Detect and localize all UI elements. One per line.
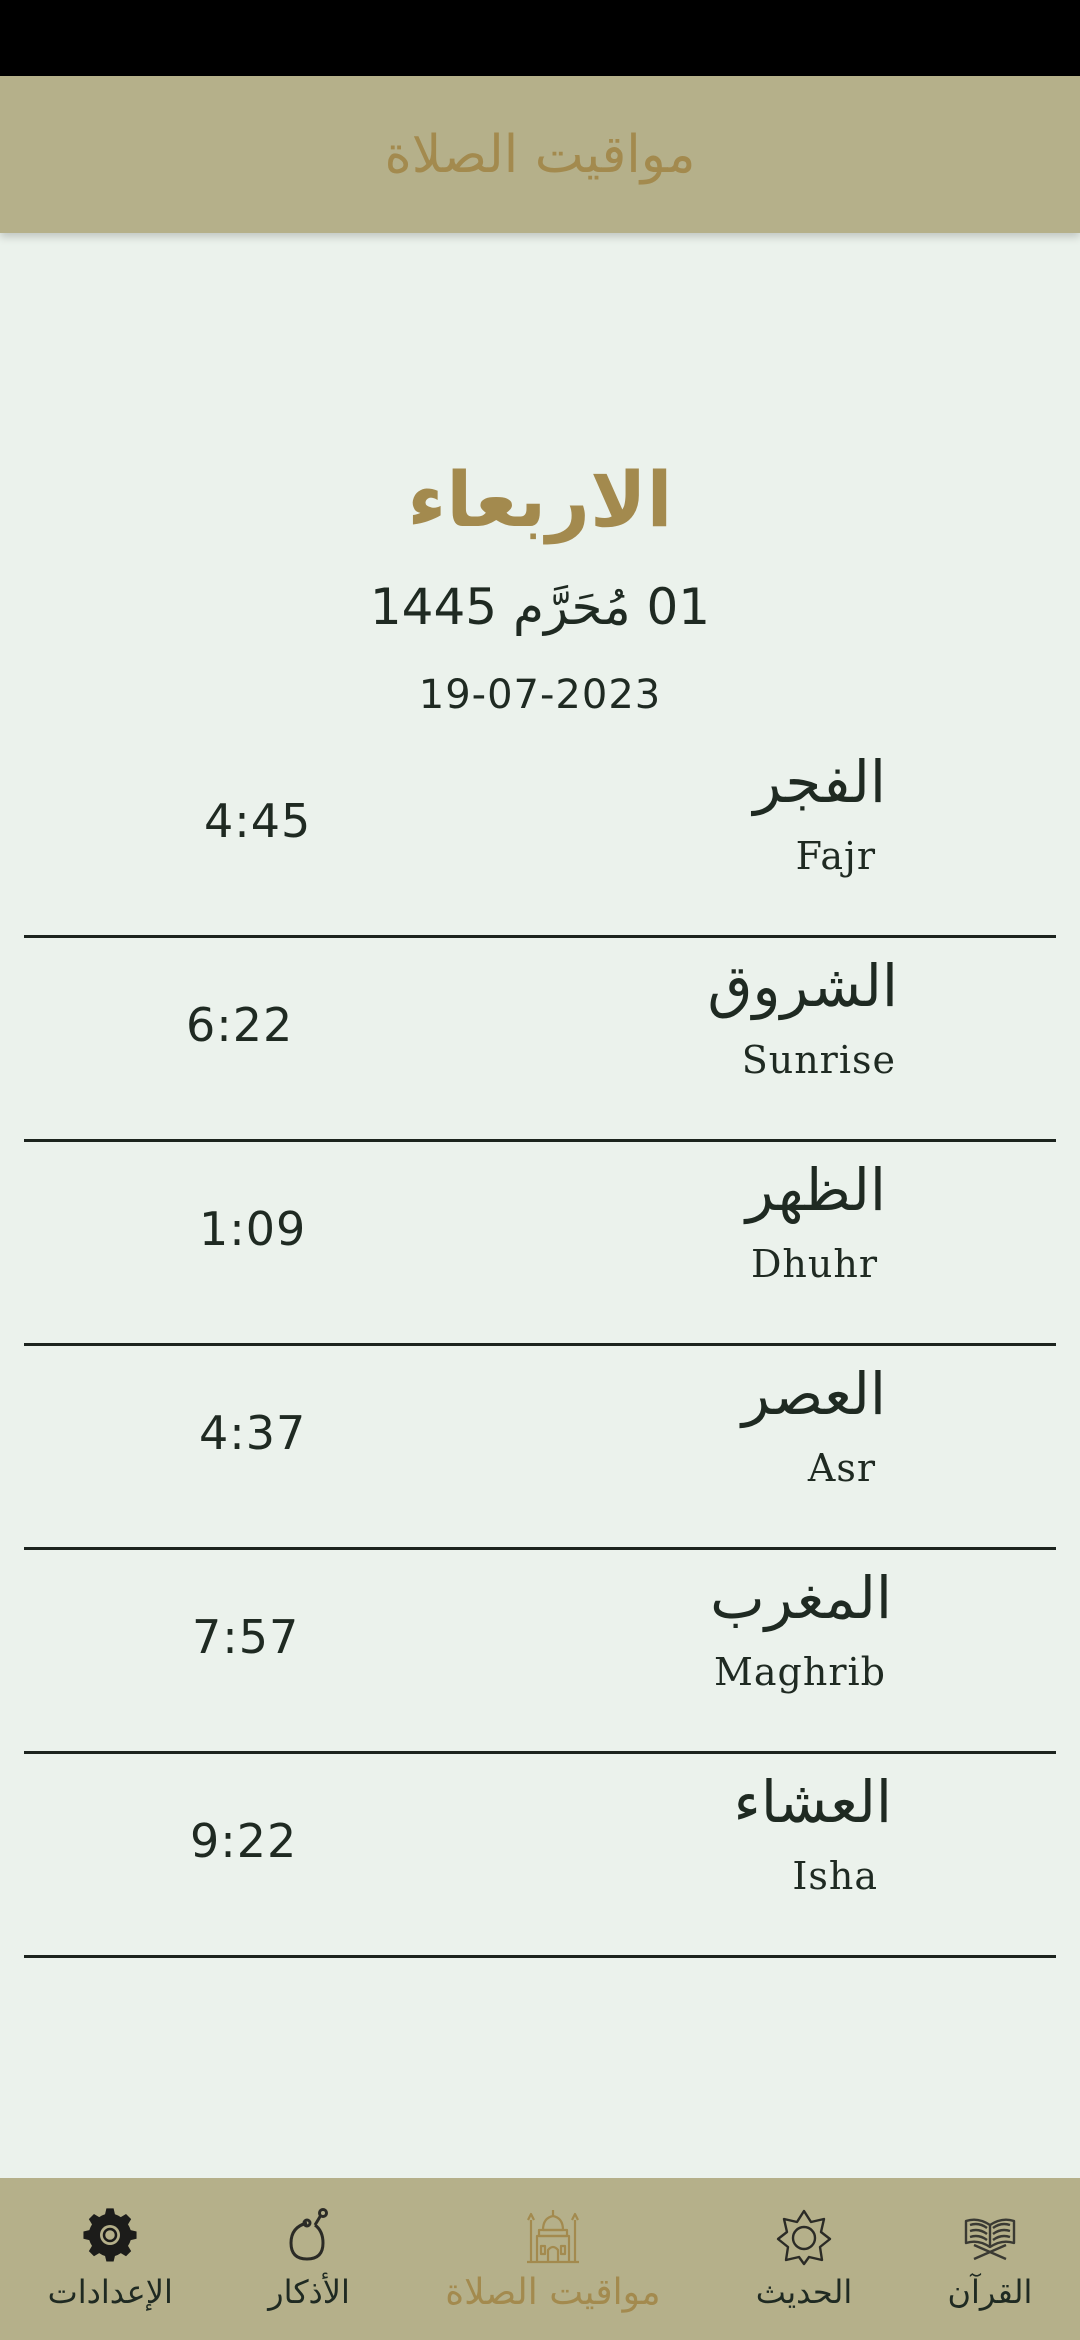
prayer-name-arabic: المغرب [710,1564,892,1632]
bottom-navigation: القرآن الحديث مواقيت الصلاة الأذكار الإع… [0,2178,1080,2340]
prayer-time: 6:22 [186,998,294,1052]
page-title: مواقيت الصلاة [384,124,696,185]
mosque-icon [523,2206,583,2266]
prayer-times-list: الفجر Fajr 4:45 الشروق Sunrise 6:22 الظه… [24,734,1056,1958]
prayer-row-isha: العشاء Isha 9:22 [24,1754,1056,1958]
gregorian-date: 19-07-2023 [418,672,662,718]
hijri-date: 01 مُحَرَّم 1445 [369,578,711,636]
prayer-name-arabic: الشروق [707,952,898,1020]
nav-item-adhkar[interactable]: الأذكار [258,2178,360,2340]
prayer-name-english: Fajr [795,834,876,878]
prayer-row-fajr: الفجر Fajr 4:45 [24,734,1056,938]
prayer-name-arabic: العشاء [733,1768,892,1836]
prayer-name-arabic: العصر [741,1360,886,1428]
nav-label: الإعدادات [47,2273,173,2311]
nav-label: الأذكار [268,2273,350,2311]
nav-label: القرآن [947,2273,1033,2311]
prayer-time: 4:45 [204,794,312,848]
prayer-beads-icon [279,2207,339,2267]
prayer-row-maghrib: المغرب Maghrib 7:57 [24,1550,1056,1754]
prayer-name-english: Dhuhr [750,1242,878,1286]
status-bar [0,0,1080,76]
day-name: الاربعاء [407,455,673,544]
nav-item-settings[interactable]: الإعدادات [38,2178,183,2340]
prayer-time: 7:57 [192,1610,300,1664]
prayer-name-arabic: الفجر [753,748,886,816]
prayer-name-english: Isha [792,1854,878,1898]
prayer-time: 9:22 [190,1814,298,1868]
quran-icon [960,2207,1020,2267]
nav-label: الحديث [755,2273,853,2311]
gear-icon [80,2207,140,2267]
nav-item-prayer-times[interactable]: مواقيت الصلاة [435,2178,670,2340]
prayer-row-sunrise: الشروق Sunrise 6:22 [24,938,1056,1142]
app-bar: مواقيت الصلاة [0,76,1080,233]
nav-item-quran[interactable]: القرآن [937,2178,1042,2340]
prayer-name-arabic: الظهر [745,1156,886,1224]
prayer-time: 1:09 [199,1202,307,1256]
star-icon [774,2207,834,2267]
prayer-time: 4:37 [199,1406,307,1460]
prayer-row-asr: العصر Asr 4:37 [24,1346,1056,1550]
nav-item-hadith[interactable]: الحديث [746,2178,862,2340]
prayer-name-english: Sunrise [741,1038,896,1082]
nav-label: مواقيت الصلاة [445,2271,661,2313]
prayer-name-english: Asr [807,1446,876,1490]
prayer-row-dhuhr: الظهر Dhuhr 1:09 [24,1142,1056,1346]
prayer-name-english: Maghrib [713,1650,886,1694]
